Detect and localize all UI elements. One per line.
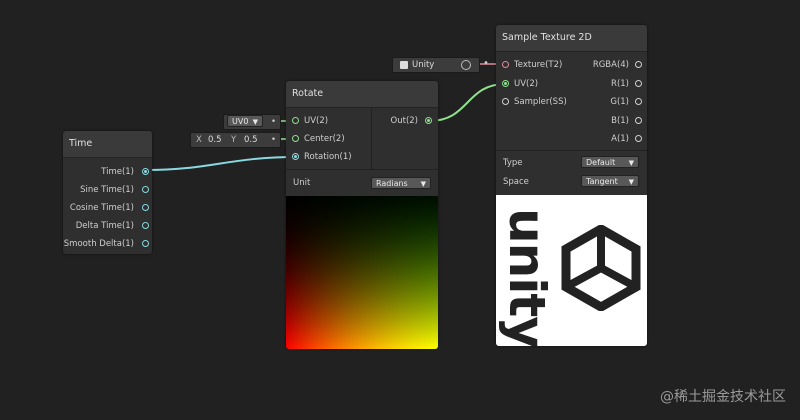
type-label: Type xyxy=(503,158,523,168)
g-output-port[interactable] xyxy=(635,98,642,105)
sample-texture-node[interactable]: Sample Texture 2D Texture(T2) UV(2) Samp… xyxy=(496,25,647,346)
chevron-down-icon: ▼ xyxy=(628,178,634,186)
out-output-label: Out(2) xyxy=(390,116,418,126)
time-output-port[interactable] xyxy=(142,168,149,175)
uv-input-label: UV(2) xyxy=(304,116,329,126)
sampler-input-label: Sampler(SS) xyxy=(514,97,567,107)
x-label: X xyxy=(196,135,202,145)
uv-input-port[interactable] xyxy=(292,117,299,124)
delta-time-output-port[interactable] xyxy=(142,222,149,229)
uv-input-label: UV(2) xyxy=(514,79,539,89)
uv-channel-field[interactable]: UV0 ▼ • xyxy=(223,114,281,130)
sine-time-output-row[interactable]: Sine Time(1) xyxy=(80,182,134,198)
rotate-section-divider xyxy=(286,169,438,170)
time-node[interactable]: Time Time(1) Sine Time(1) Cosine Time(1)… xyxy=(63,131,152,254)
uv-input-port[interactable] xyxy=(502,80,509,87)
rgba-output-label: RGBA(4) xyxy=(592,60,629,70)
a-output-label: A(1) xyxy=(611,134,629,144)
texture-input-label: Texture(T2) xyxy=(514,60,563,70)
texture-asset-field[interactable]: Unity xyxy=(392,57,480,73)
sample-section-divider xyxy=(496,150,647,151)
center-input-label: Center(2) xyxy=(304,134,345,144)
port-dot-icon: • xyxy=(271,135,277,145)
sampler-input-port[interactable] xyxy=(502,98,509,105)
time-output-row[interactable]: Time(1) xyxy=(101,164,134,180)
wire-time-to-rotation xyxy=(145,156,297,171)
delta-time-output-row[interactable]: Delta Time(1) xyxy=(76,218,134,234)
x-value-input[interactable]: 0.5 xyxy=(208,133,222,147)
rgba-output-port[interactable] xyxy=(635,61,642,68)
sine-time-output-port[interactable] xyxy=(142,186,149,193)
rotate-preview xyxy=(286,196,438,349)
space-dropdown[interactable]: Tangent ▼ xyxy=(581,175,639,187)
preview-dark-overlay xyxy=(286,196,438,349)
center-input-port[interactable] xyxy=(292,135,299,142)
b-output-port[interactable] xyxy=(635,117,642,124)
smooth-delta-output-port[interactable] xyxy=(142,240,149,247)
cosine-time-output-port[interactable] xyxy=(142,204,149,211)
cosine-time-output-row[interactable]: Cosine Time(1) xyxy=(70,200,134,216)
rotation-input-port[interactable] xyxy=(292,153,299,160)
unity-logo-icon xyxy=(561,225,641,311)
g-output-label: G(1) xyxy=(610,97,629,107)
rotate-node[interactable]: Rotate UV(2) Center(2) Rotation(1) Out(2… xyxy=(286,81,438,349)
port-dot-icon: • xyxy=(271,117,277,127)
chevron-down-icon: ▼ xyxy=(420,180,426,188)
texture-input-port[interactable] xyxy=(502,61,509,68)
unity-wordmark: unity xyxy=(498,208,556,346)
r-output-port[interactable] xyxy=(635,80,642,87)
chevron-down-icon: ▼ xyxy=(628,159,634,167)
y-label: Y xyxy=(231,135,237,145)
unit-label: Unit xyxy=(293,178,311,188)
smooth-delta-output-row[interactable]: Smooth Delta(1) xyxy=(64,236,134,252)
port-dot-icon: • xyxy=(483,58,489,69)
r-output-label: R(1) xyxy=(611,79,629,89)
rotate-column-divider xyxy=(371,107,372,169)
watermark-text: @稀土掘金技术社区 xyxy=(660,389,786,405)
texture-preview: unity xyxy=(496,195,647,346)
object-picker-icon[interactable] xyxy=(461,60,471,70)
space-label: Space xyxy=(503,177,529,187)
a-output-port[interactable] xyxy=(635,135,642,142)
b-output-label: B(1) xyxy=(611,116,629,126)
chevron-down-icon: ▼ xyxy=(252,118,258,126)
uv-channel-dropdown[interactable]: UV0 ▼ xyxy=(227,115,263,127)
unit-dropdown[interactable]: Radians ▼ xyxy=(371,177,431,189)
center-vector-field[interactable]: X 0.5 Y 0.5 • xyxy=(190,132,281,148)
texture-thumbnail-icon xyxy=(400,61,408,69)
sample-texture-title[interactable]: Sample Texture 2D xyxy=(496,25,647,52)
wire-out-to-uv xyxy=(428,83,507,122)
out-output-port[interactable] xyxy=(425,117,432,124)
rotate-node-title[interactable]: Rotate xyxy=(286,81,438,108)
time-node-title[interactable]: Time xyxy=(63,131,152,158)
y-value-input[interactable]: 0.5 xyxy=(244,133,258,147)
rotation-input-label: Rotation(1) xyxy=(304,152,352,162)
texture-name: Unity xyxy=(412,60,435,70)
type-dropdown[interactable]: Default ▼ xyxy=(581,156,639,168)
